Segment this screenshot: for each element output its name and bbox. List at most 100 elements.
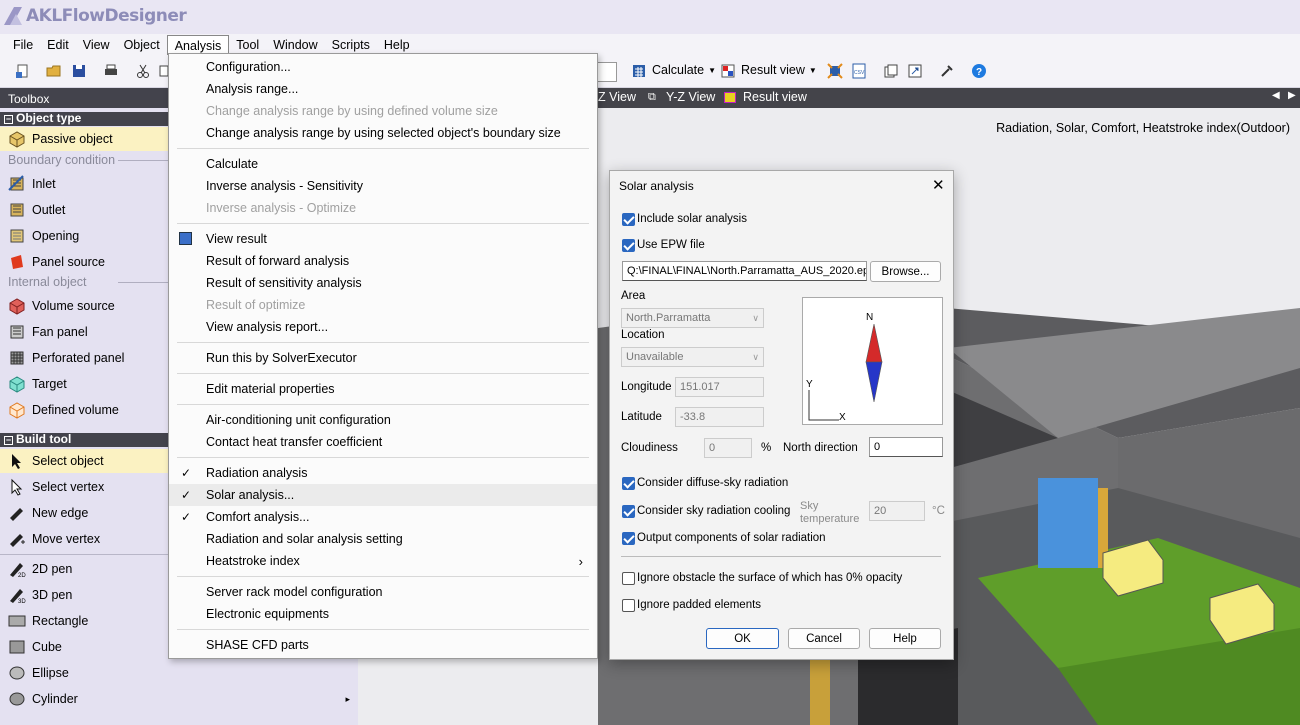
menu-item-shase-cfd[interactable]: SHASE CFD parts xyxy=(169,634,597,656)
menu-item-electronic-equipments[interactable]: Electronic equipments xyxy=(169,603,597,625)
menu-item-analysis-range[interactable]: Analysis range... xyxy=(169,78,597,100)
save-icon[interactable] xyxy=(70,62,88,80)
latitude-label: Latitude xyxy=(621,411,662,423)
tool-label: New edge xyxy=(32,506,89,520)
fit-view-icon[interactable] xyxy=(826,62,844,80)
menu-item-view-result[interactable]: View result xyxy=(169,228,597,250)
latitude-field[interactable]: -33.8 xyxy=(675,407,764,427)
tool-label: Panel source xyxy=(32,255,105,269)
inlet-icon xyxy=(8,175,24,191)
result-view-button[interactable]: Result view ▼ xyxy=(741,63,817,77)
svg-text:2D: 2D xyxy=(18,573,26,578)
menu-item-heatstroke-index[interactable]: Heatstroke index › xyxy=(169,550,597,572)
view-dropdown-end[interactable] xyxy=(597,62,617,82)
location-select[interactable]: Unavailable ∨ xyxy=(621,347,764,367)
result-view-icon[interactable] xyxy=(719,62,737,80)
menu-item-edit-material[interactable]: Edit material properties xyxy=(169,378,597,400)
menu-item-radiation-solar-setting[interactable]: Radiation and solar analysis setting xyxy=(169,528,597,550)
diffuse-sky-checkbox[interactable] xyxy=(622,477,635,490)
tab-z-view[interactable]: Z View xyxy=(598,90,636,104)
menu-item-view-report[interactable]: View analysis report... xyxy=(169,316,597,338)
tool-label: Ellipse xyxy=(32,666,69,680)
tool-label: Cube xyxy=(32,640,62,654)
tool-ellipse[interactable]: Ellipse xyxy=(0,661,358,685)
menu-item-result-forward[interactable]: Result of forward analysis xyxy=(169,250,597,272)
tool-cylinder[interactable]: Cylinder ▸ xyxy=(0,687,358,711)
tab-scroll-right-icon[interactable]: ▶ xyxy=(1288,90,1296,101)
menu-item-result-sensitivity[interactable]: Result of sensitivity analysis xyxy=(169,272,597,294)
pen-3d-icon: 3D xyxy=(10,589,26,604)
menu-scripts[interactable]: Scripts xyxy=(325,35,377,55)
area-select[interactable]: North.Parramatta ∨ xyxy=(621,308,764,328)
output-components-label: Output components of solar radiation xyxy=(637,532,826,544)
ignore-obstacle-checkbox[interactable] xyxy=(622,572,635,585)
menu-item-label: Heatstroke index xyxy=(206,554,300,568)
output-components-checkbox[interactable] xyxy=(622,532,635,545)
csv-export-icon[interactable]: CSV xyxy=(850,62,868,80)
use-epw-checkbox[interactable] xyxy=(622,239,635,252)
pen-edge-icon xyxy=(10,508,23,521)
help-button[interactable]: Help xyxy=(869,628,941,649)
menu-item-calculate[interactable]: Calculate xyxy=(169,153,597,175)
collapse-icon: − xyxy=(4,435,13,445)
longitude-field[interactable]: 151.017 xyxy=(675,377,764,397)
tab-scroll-left-icon[interactable]: ◀ xyxy=(1272,90,1280,101)
tools-icon[interactable] xyxy=(938,62,956,80)
cancel-button[interactable]: Cancel xyxy=(788,628,860,649)
menu-item-configuration[interactable]: Configuration... xyxy=(169,56,597,78)
help-icon[interactable]: ? xyxy=(970,62,988,80)
ignore-obstacle-label: Ignore obstacle the surface of which has… xyxy=(637,572,903,584)
epw-path-input[interactable]: Q:\FINAL\FINAL\North.Parramatta_AUS_2020… xyxy=(622,261,867,281)
menu-item-inverse-optimize[interactable]: Inverse analysis - Optimize xyxy=(169,197,597,219)
svg-text:3D: 3D xyxy=(18,599,26,604)
menu-item-range-by-volume[interactable]: Change analysis range by using defined v… xyxy=(169,100,597,122)
new-file-icon[interactable] xyxy=(14,62,32,80)
menu-file[interactable]: File xyxy=(6,35,40,55)
open-folder-icon[interactable] xyxy=(45,62,63,80)
rectangle-icon xyxy=(8,615,26,627)
include-solar-checkbox[interactable] xyxy=(622,213,635,226)
menu-item-solar-analysis[interactable]: ✓ Solar analysis... xyxy=(169,484,597,506)
menu-edit[interactable]: Edit xyxy=(40,35,76,55)
tab-y-z-view[interactable]: Y-Z View xyxy=(666,90,715,104)
cloudiness-field[interactable]: 0 xyxy=(704,438,752,458)
calculate-icon[interactable] xyxy=(630,62,648,80)
subsection-boundary: Boundary condition xyxy=(8,153,359,167)
menu-analysis[interactable]: Analysis xyxy=(166,35,230,55)
tab-result-view[interactable]: Result view xyxy=(743,90,807,104)
menu-item-server-rack[interactable]: Server rack model configuration xyxy=(169,581,597,603)
target-icon xyxy=(9,376,25,393)
menu-view[interactable]: View xyxy=(76,35,117,55)
menu-item-inverse-sensitivity[interactable]: Inverse analysis - Sensitivity xyxy=(169,175,597,197)
menu-item-result-optimize[interactable]: Result of optimize xyxy=(169,294,597,316)
menu-item-radiation-analysis[interactable]: ✓ Radiation analysis xyxy=(169,462,597,484)
cube-icon xyxy=(9,640,25,654)
sky-temperature-field[interactable]: 20 xyxy=(869,501,925,521)
checkmark-icon: ✓ xyxy=(181,488,192,502)
print-icon[interactable] xyxy=(102,62,120,80)
calculate-button[interactable]: Calculate ▼ xyxy=(652,63,716,77)
menu-separator xyxy=(177,457,589,458)
menu-window[interactable]: Window xyxy=(266,35,324,55)
tool-label: Passive object xyxy=(32,132,113,146)
menu-item-range-by-boundary[interactable]: Change analysis range by using selected … xyxy=(169,122,597,144)
close-icon[interactable]: ✕ xyxy=(932,176,945,194)
checkmark-icon: ✓ xyxy=(181,466,192,480)
menu-tool[interactable]: Tool xyxy=(229,35,266,55)
menu-item-comfort-analysis[interactable]: ✓ Comfort analysis... xyxy=(169,506,597,528)
outlet-icon xyxy=(10,203,24,217)
sky-cooling-checkbox[interactable] xyxy=(622,505,635,518)
ignore-padded-checkbox[interactable] xyxy=(622,599,635,612)
window-tile-icon[interactable] xyxy=(882,62,900,80)
menu-separator xyxy=(177,342,589,343)
ok-button[interactable]: OK xyxy=(706,628,779,649)
window-cascade-icon[interactable] xyxy=(906,62,924,80)
menu-item-contact-heat[interactable]: Contact heat transfer coefficient xyxy=(169,431,597,453)
cut-icon[interactable] xyxy=(134,62,152,80)
menu-item-run-solver[interactable]: Run this by SolverExecutor xyxy=(169,347,597,369)
north-direction-input[interactable]: 0 xyxy=(869,437,943,457)
menu-object[interactable]: Object xyxy=(117,35,167,55)
menu-item-ac-unit[interactable]: Air-conditioning unit configuration xyxy=(169,409,597,431)
menu-help[interactable]: Help xyxy=(377,35,417,55)
browse-button[interactable]: Browse... xyxy=(870,261,941,282)
